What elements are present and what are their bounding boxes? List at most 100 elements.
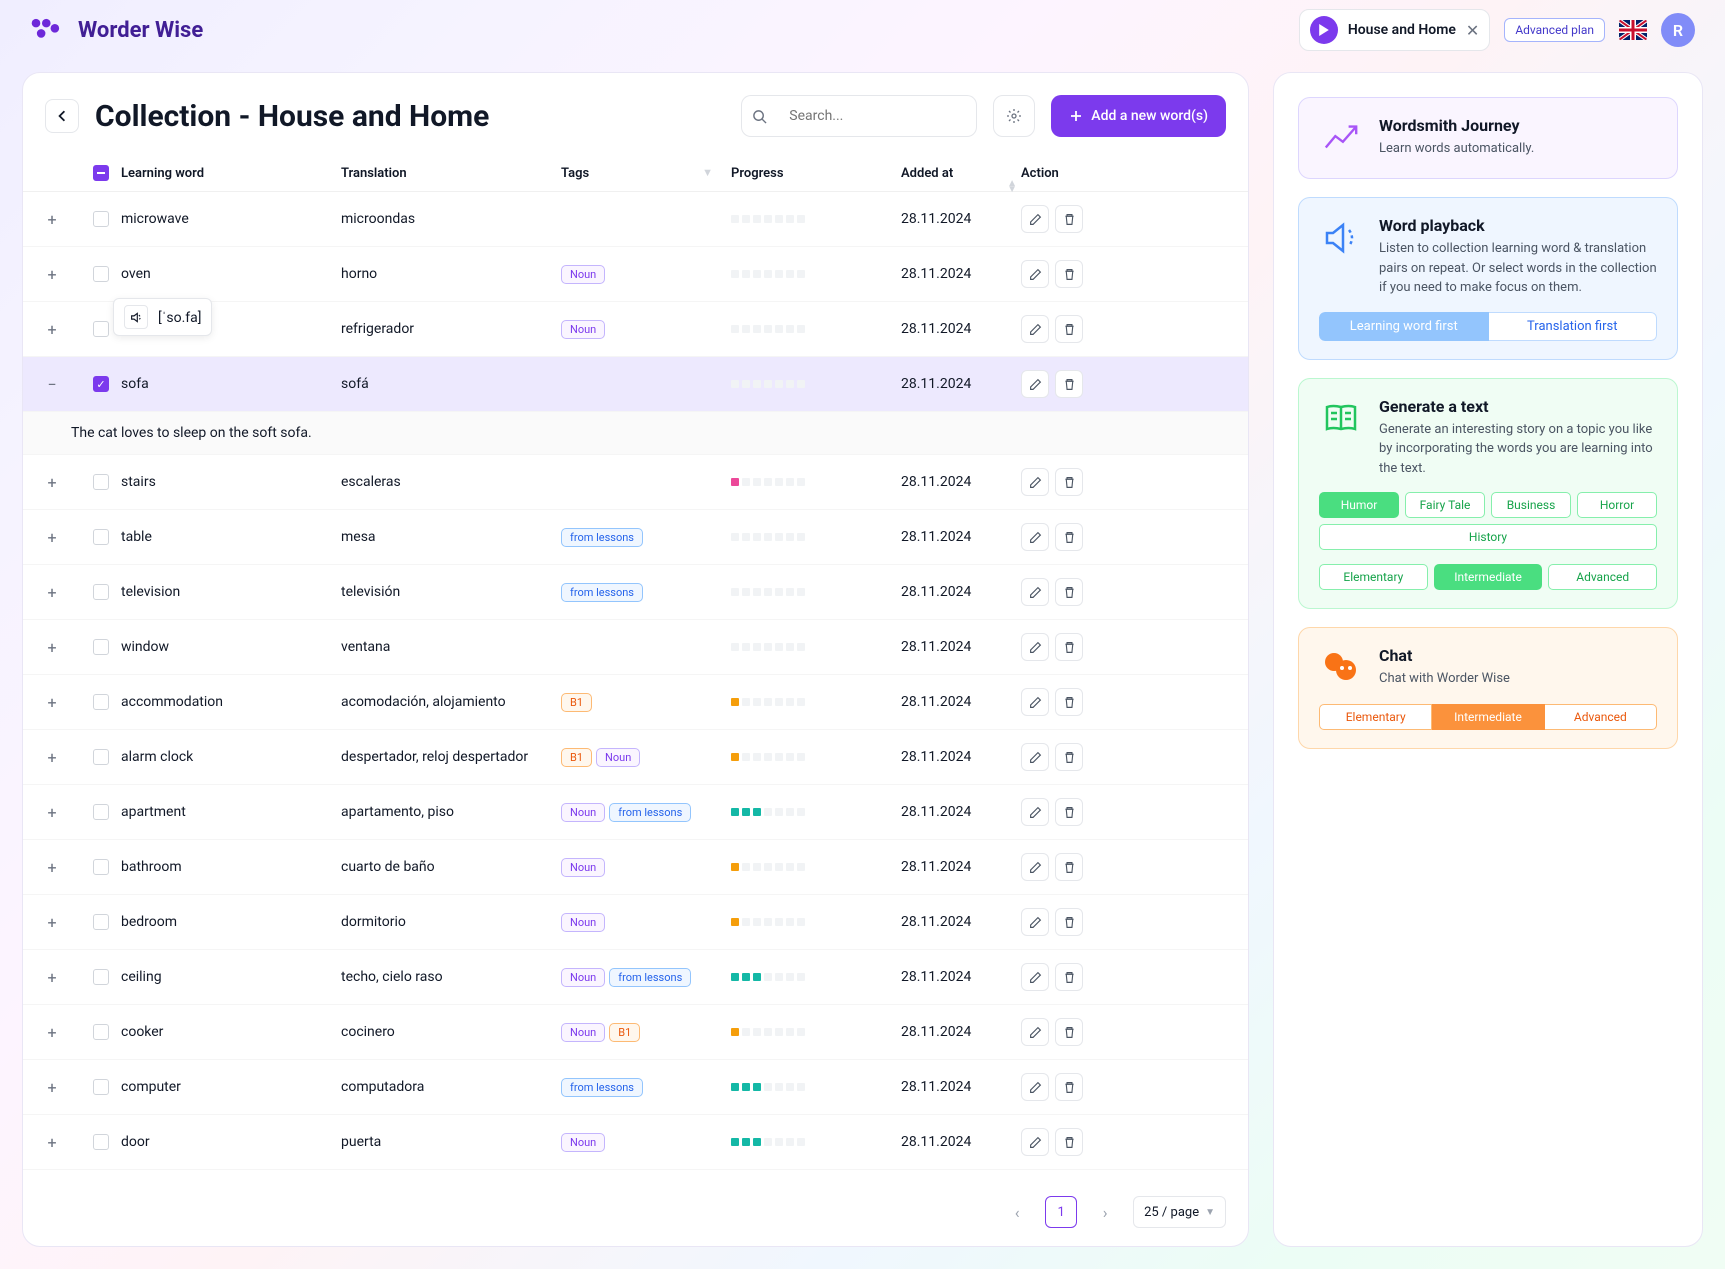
row-checkbox[interactable] [93, 749, 109, 765]
sort-icon[interactable]: ▲▼ [1007, 181, 1017, 193]
delete-button[interactable] [1055, 853, 1083, 881]
delete-button[interactable] [1055, 1073, 1083, 1101]
edit-button[interactable] [1021, 370, 1049, 398]
sound-icon[interactable] [124, 305, 148, 329]
row-checkbox[interactable] [93, 211, 109, 227]
expand-icon[interactable]: + [43, 1133, 61, 1151]
learning-first-button[interactable]: Learning word first [1319, 312, 1489, 341]
level-tab[interactable]: Intermediate [1434, 564, 1543, 590]
edit-button[interactable] [1021, 908, 1049, 936]
expand-icon[interactable]: + [43, 968, 61, 986]
select-all-checkbox[interactable] [93, 165, 109, 181]
chat-level-tab[interactable]: Elementary [1319, 704, 1432, 730]
delete-button[interactable] [1055, 633, 1083, 661]
edit-button[interactable] [1021, 1073, 1049, 1101]
advanced-plan-button[interactable]: Advanced plan [1504, 18, 1605, 42]
expand-icon[interactable]: + [43, 1078, 61, 1096]
expand-icon[interactable]: + [43, 528, 61, 546]
expand-icon[interactable]: + [43, 473, 61, 491]
edit-button[interactable] [1021, 1128, 1049, 1156]
edit-button[interactable] [1021, 633, 1049, 661]
brand[interactable]: Worder Wise [30, 18, 203, 43]
expand-icon[interactable]: + [43, 265, 61, 283]
expand-icon[interactable]: + [43, 748, 61, 766]
settings-button[interactable] [993, 95, 1035, 137]
expand-icon[interactable]: + [43, 638, 61, 656]
row-checkbox[interactable] [93, 321, 109, 337]
delete-button[interactable] [1055, 1018, 1083, 1046]
edit-button[interactable] [1021, 578, 1049, 606]
col-added[interactable]: Added at▲▼ [901, 166, 1021, 181]
prev-page-button[interactable]: ‹ [1001, 1196, 1033, 1228]
col-word[interactable]: Learning word [121, 166, 341, 181]
add-word-button[interactable]: Add a new word(s) [1051, 95, 1226, 137]
chat-level-tab[interactable]: Advanced [1545, 704, 1657, 730]
row-checkbox[interactable] [93, 584, 109, 600]
edit-button[interactable] [1021, 260, 1049, 288]
row-checkbox[interactable] [93, 529, 109, 545]
expand-icon[interactable]: + [43, 1023, 61, 1041]
edit-button[interactable] [1021, 1018, 1049, 1046]
translation-first-button[interactable]: Translation first [1489, 312, 1658, 341]
row-checkbox[interactable] [93, 266, 109, 282]
close-icon[interactable]: ✕ [1466, 21, 1479, 40]
col-translation[interactable]: Translation [341, 166, 561, 181]
row-checkbox[interactable] [93, 474, 109, 490]
edit-button[interactable] [1021, 798, 1049, 826]
delete-button[interactable] [1055, 908, 1083, 936]
table-scroll[interactable]: Learning word Translation Tags▼ Progress… [23, 155, 1248, 1178]
page-number[interactable]: 1 [1045, 1196, 1077, 1228]
row-checkbox[interactable] [93, 804, 109, 820]
edit-button[interactable] [1021, 963, 1049, 991]
col-progress[interactable]: Progress [731, 166, 901, 181]
row-checkbox[interactable] [93, 639, 109, 655]
delete-button[interactable] [1055, 688, 1083, 716]
delete-button[interactable] [1055, 468, 1083, 496]
genre-tab[interactable]: Fairy Tale [1405, 492, 1485, 518]
search-icon[interactable] [741, 95, 777, 137]
edit-button[interactable] [1021, 205, 1049, 233]
page-size-select[interactable]: 25 / page▼ [1133, 1196, 1226, 1228]
back-button[interactable] [45, 99, 79, 133]
row-checkbox[interactable] [93, 859, 109, 875]
next-page-button[interactable]: › [1089, 1196, 1121, 1228]
expand-icon[interactable]: + [43, 693, 61, 711]
edit-button[interactable] [1021, 315, 1049, 343]
expand-icon[interactable]: + [43, 210, 61, 228]
row-checkbox[interactable] [93, 1134, 109, 1150]
delete-button[interactable] [1055, 1128, 1083, 1156]
genre-tab[interactable]: History [1319, 524, 1657, 550]
row-checkbox[interactable] [93, 969, 109, 985]
genre-tab[interactable]: Business [1491, 492, 1571, 518]
delete-button[interactable] [1055, 205, 1083, 233]
delete-button[interactable] [1055, 963, 1083, 991]
delete-button[interactable] [1055, 743, 1083, 771]
collapse-icon[interactable]: − [43, 375, 61, 393]
row-checkbox[interactable] [93, 1024, 109, 1040]
level-tab[interactable]: Elementary [1319, 564, 1428, 590]
playback-chip[interactable]: House and Home ✕ [1299, 9, 1491, 51]
edit-button[interactable] [1021, 853, 1049, 881]
delete-button[interactable] [1055, 370, 1083, 398]
expand-icon[interactable]: + [43, 320, 61, 338]
expand-icon[interactable]: + [43, 858, 61, 876]
row-checkbox[interactable]: ✓ [93, 376, 109, 392]
edit-button[interactable] [1021, 688, 1049, 716]
row-checkbox[interactable] [93, 914, 109, 930]
edit-button[interactable] [1021, 468, 1049, 496]
edit-button[interactable] [1021, 523, 1049, 551]
delete-button[interactable] [1055, 798, 1083, 826]
genre-tab[interactable]: Humor [1319, 492, 1399, 518]
genre-tab[interactable]: Horror [1577, 492, 1657, 518]
delete-button[interactable] [1055, 523, 1083, 551]
expand-icon[interactable]: + [43, 913, 61, 931]
flag-uk-icon[interactable] [1619, 20, 1647, 40]
expand-icon[interactable]: + [43, 583, 61, 601]
expand-icon[interactable]: + [43, 803, 61, 821]
search-input[interactable] [777, 95, 977, 137]
user-avatar[interactable]: R [1661, 13, 1695, 47]
journey-card[interactable]: Wordsmith Journey Learn words automatica… [1298, 97, 1678, 179]
level-tab[interactable]: Advanced [1548, 564, 1657, 590]
delete-button[interactable] [1055, 578, 1083, 606]
filter-icon[interactable]: ▼ [702, 166, 713, 179]
